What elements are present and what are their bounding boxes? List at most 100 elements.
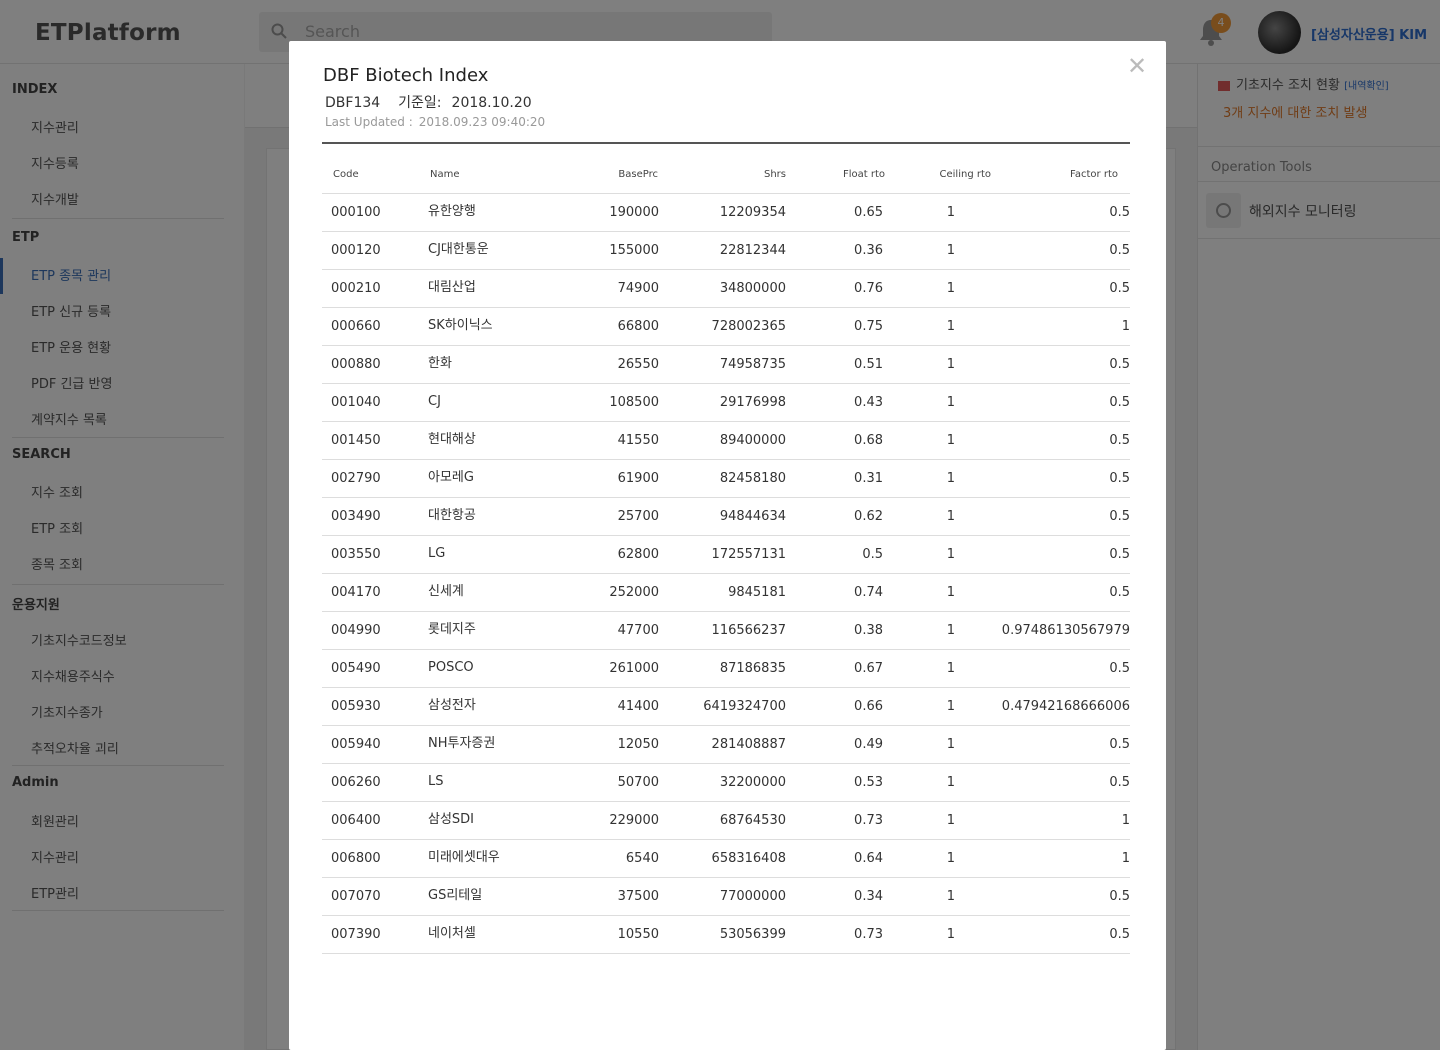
table-row[interactable]: 007070 GS리테일 37500 77000000 0.34 1 0.5 <box>322 877 1130 916</box>
cell-code: 003490 <box>322 497 418 536</box>
column-header-baseprc[interactable]: BasePrc <box>528 156 663 194</box>
cell-factor-rto: 1 <box>993 801 1130 840</box>
column-header-ceiling-rto[interactable]: Ceiling rto <box>887 156 993 194</box>
cell-factor-rto: 0.5 <box>993 535 1130 574</box>
index-detail-modal: ✕ DBF Biotech Index DBF134 기준일: 2018.10.20… <box>289 41 1166 1050</box>
cell-name: NH투자증권 <box>418 725 528 764</box>
cell-ceiling-rto: 1 <box>887 345 993 384</box>
cell-ceiling-rto: 1 <box>887 497 993 536</box>
cell-factor-rto: 0.5 <box>993 763 1130 802</box>
table-row[interactable]: 003550 LG 62800 172557131 0.5 1 0.5 <box>322 535 1130 574</box>
cell-ceiling-rto: 1 <box>887 801 993 840</box>
table-row[interactable]: 000120 CJ대한통운 155000 22812344 0.36 1 0.5 <box>322 231 1130 270</box>
cell-baseprc: 61900 <box>528 459 663 498</box>
cell-name: 삼성SDI <box>418 801 528 840</box>
cell-float-rto: 0.53 <box>789 763 887 802</box>
cell-shrs: 34800000 <box>663 269 789 308</box>
cell-float-rto: 0.5 <box>789 535 887 574</box>
table-row[interactable]: 000660 SK하이닉스 66800 728002365 0.75 1 1 <box>322 307 1130 346</box>
last-updated-label: Last Updated : <box>325 115 413 129</box>
table-row[interactable]: 005930 삼성전자 41400 6419324700 0.66 1 0.47942168… <box>322 687 1130 726</box>
cell-baseprc: 190000 <box>528 193 663 232</box>
column-header-name[interactable]: Name <box>418 156 528 194</box>
table-row[interactable]: 000100 유한양행 190000 12209354 0.65 1 0.5 <box>322 193 1130 232</box>
table-row[interactable]: 002790 아모레G 61900 82458180 0.31 1 0.5 <box>322 459 1130 498</box>
cell-code: 005930 <box>322 687 418 726</box>
table-row[interactable]: 000210 대림산업 74900 34800000 0.76 1 0.5 <box>322 269 1130 308</box>
table-row[interactable]: 005490 POSCO 261000 87186835 0.67 1 0.5 <box>322 649 1130 688</box>
cell-code: 007070 <box>322 877 418 916</box>
table-row[interactable]: 005940 NH투자증권 12050 281408887 0.49 1 0.5 <box>322 725 1130 764</box>
table-row[interactable]: 001040 CJ 108500 29176998 0.43 1 0.5 <box>322 383 1130 422</box>
table-row[interactable]: 006400 삼성SDI 229000 68764530 0.73 1 1 <box>322 801 1130 840</box>
cell-float-rto: 0.73 <box>789 801 887 840</box>
cell-ceiling-rto: 1 <box>887 839 993 878</box>
cell-factor-rto: 0.97486130567979 <box>993 611 1130 650</box>
cell-ceiling-rto: 1 <box>887 687 993 726</box>
modal-subtitle: DBF134 기준일: 2018.10.20 <box>325 92 550 112</box>
cell-factor-rto: 0.5 <box>993 459 1130 498</box>
cell-baseprc: 41400 <box>528 687 663 726</box>
column-header-shrs[interactable]: Shrs <box>663 156 789 194</box>
cell-shrs: 82458180 <box>663 459 789 498</box>
cell-float-rto: 0.67 <box>789 649 887 688</box>
cell-ceiling-rto: 1 <box>887 877 993 916</box>
cell-ceiling-rto: 1 <box>887 459 993 498</box>
cell-baseprc: 6540 <box>528 839 663 878</box>
cell-code: 006400 <box>322 801 418 840</box>
column-header-code[interactable]: Code <box>322 156 418 194</box>
cell-shrs: 172557131 <box>663 535 789 574</box>
cell-factor-rto: 0.5 <box>993 269 1130 308</box>
table-row[interactable]: 001450 현대해상 41550 89400000 0.68 1 0.5 <box>322 421 1130 460</box>
cell-code: 000880 <box>322 345 418 384</box>
cell-code: 000100 <box>322 193 418 232</box>
cell-float-rto: 0.68 <box>789 421 887 460</box>
cell-float-rto: 0.76 <box>789 269 887 308</box>
cell-name: 유한양행 <box>418 193 528 232</box>
cell-factor-rto: 0.5 <box>993 649 1130 688</box>
table-row[interactable]: 004170 신세계 252000 9845181 0.74 1 0.5 <box>322 573 1130 612</box>
column-header-factor-rto[interactable]: Factor rto <box>993 156 1130 194</box>
cell-factor-rto: 0.47942168666006 <box>993 687 1130 726</box>
cell-code: 001450 <box>322 421 418 460</box>
table-row[interactable]: 003490 대한항공 25700 94844634 0.62 1 0.5 <box>322 497 1130 536</box>
cell-code: 003550 <box>322 535 418 574</box>
cell-float-rto: 0.51 <box>789 345 887 384</box>
constituents-table: Code Name BasePrc Shrs Float rto Ceiling… <box>322 156 1130 954</box>
cell-name: LG <box>418 535 528 574</box>
table-row[interactable]: 004990 롯데지주 47700 116566237 0.38 1 0.974861305… <box>322 611 1130 650</box>
table-row[interactable]: 000880 한화 26550 74958735 0.51 1 0.5 <box>322 345 1130 384</box>
cell-baseprc: 74900 <box>528 269 663 308</box>
cell-shrs: 281408887 <box>663 725 789 764</box>
cell-float-rto: 0.75 <box>789 307 887 346</box>
cell-factor-rto: 1 <box>993 839 1130 878</box>
cell-name: 현대해상 <box>418 421 528 460</box>
table-row[interactable]: 006800 미래에셋대우 6540 658316408 0.64 1 1 <box>322 839 1130 878</box>
cell-float-rto: 0.65 <box>789 193 887 232</box>
cell-baseprc: 108500 <box>528 383 663 422</box>
cell-float-rto: 0.49 <box>789 725 887 764</box>
cell-baseprc: 41550 <box>528 421 663 460</box>
cell-ceiling-rto: 1 <box>887 725 993 764</box>
cell-factor-rto: 0.5 <box>993 421 1130 460</box>
cell-shrs: 22812344 <box>663 231 789 270</box>
cell-baseprc: 26550 <box>528 345 663 384</box>
table-row[interactable]: 006260 LS 50700 32200000 0.53 1 0.5 <box>322 763 1130 802</box>
cell-baseprc: 12050 <box>528 725 663 764</box>
close-icon[interactable]: ✕ <box>1126 53 1148 79</box>
cell-code: 005490 <box>322 649 418 688</box>
cell-baseprc: 37500 <box>528 877 663 916</box>
cell-name: 한화 <box>418 345 528 384</box>
table-header-row: Code Name BasePrc Shrs Float rto Ceiling… <box>322 156 1130 194</box>
cell-float-rto: 0.64 <box>789 839 887 878</box>
table-row[interactable]: 007390 네이처셀 10550 53056399 0.73 1 0.5 <box>322 915 1130 954</box>
cell-name: POSCO <box>418 649 528 688</box>
cell-factor-rto: 0.5 <box>993 383 1130 422</box>
column-header-float-rto[interactable]: Float rto <box>789 156 887 194</box>
cell-factor-rto: 0.5 <box>993 915 1130 954</box>
cell-code: 007390 <box>322 915 418 954</box>
cell-factor-rto: 0.5 <box>993 193 1130 232</box>
cell-factor-rto: 0.5 <box>993 231 1130 270</box>
cell-float-rto: 0.38 <box>789 611 887 650</box>
cell-float-rto: 0.34 <box>789 877 887 916</box>
